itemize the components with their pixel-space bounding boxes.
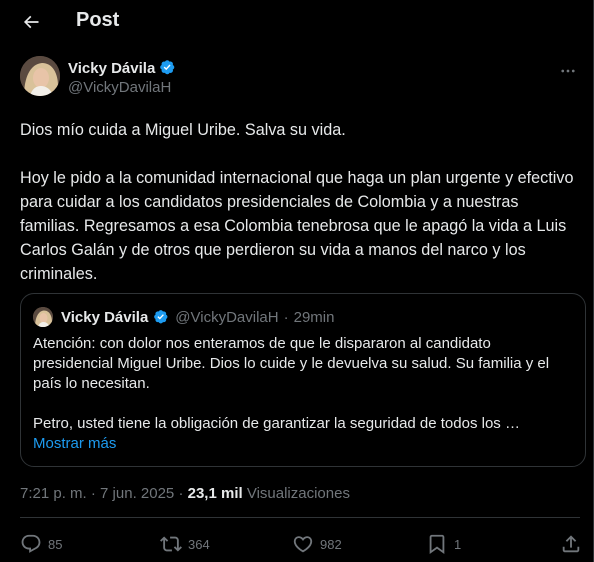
quoted-post-header: Vicky Dávila @VickyDavilaH · 29min — [33, 307, 334, 327]
quoted-avatar — [33, 307, 53, 327]
divider — [20, 517, 580, 518]
quoted-separator: · — [283, 308, 289, 326]
post-date[interactable]: 7 jun. 2025 — [100, 485, 174, 502]
views-label: Visualizaciones — [242, 485, 350, 502]
views-count: 23,1 mil — [187, 485, 243, 502]
quoted-author-name: Vicky Dávila — [61, 308, 149, 326]
post-meta: 7:21 p. m. · 7 jun. 2025 · 23,1 mil Visu… — [20, 485, 350, 502]
repost-icon — [160, 536, 182, 552]
quoted-post[interactable]: Vicky Dávila @VickyDavilaH · 29min Atenc… — [20, 293, 586, 467]
repost-button[interactable]: 364 — [160, 533, 210, 555]
meta-separator: · — [86, 485, 101, 502]
post-paragraph: Dios mío cuida a Miguel Uribe. Salva su … — [20, 121, 346, 139]
repost-count: 364 — [188, 536, 210, 552]
verified-badge-icon — [154, 309, 168, 323]
back-button[interactable] — [14, 5, 48, 39]
quoted-paragraph: Atención: con dolor nos enteramos de que… — [33, 335, 550, 392]
share-button[interactable] — [560, 533, 582, 555]
heart-icon — [293, 536, 313, 553]
avatar-photo — [33, 307, 53, 327]
post-header: Post — [0, 0, 593, 42]
like-count: 982 — [320, 536, 342, 552]
verified-badge-icon — [160, 60, 175, 75]
author-name-row: Vicky Dávila — [68, 59, 177, 77]
author-name[interactable]: Vicky Dávila — [68, 60, 155, 77]
quoted-timestamp: 29min — [293, 308, 335, 326]
reply-count: 85 — [48, 536, 63, 552]
arrow-left-icon — [23, 15, 39, 29]
reply-button[interactable]: 85 — [20, 533, 62, 555]
meta-separator: · — [174, 485, 188, 502]
post-actions: 85 364 982 1 — [20, 533, 586, 559]
quoted-post-text: Atención: con dolor nos enteramos de que… — [33, 334, 573, 454]
quoted-author-handle: @VickyDavilaH — [175, 308, 279, 326]
post-time[interactable]: 7:21 p. m. — [20, 485, 87, 502]
reply-icon — [21, 534, 41, 553]
post-text: Dios mío cuida a Miguel Uribe. Salva su … — [20, 118, 582, 286]
author-handle[interactable]: @VickyDavilaH — [68, 79, 171, 96]
share-icon — [562, 535, 580, 553]
more-horizontal-icon — [561, 69, 575, 73]
like-button[interactable]: 982 — [292, 533, 342, 555]
page-title: Post — [76, 9, 120, 31]
bookmark-count: 1 — [454, 536, 462, 552]
avatar-photo — [20, 56, 60, 96]
bookmark-icon — [429, 534, 445, 555]
more-options-button[interactable] — [556, 59, 580, 83]
show-more-link[interactable]: Mostrar más — [33, 434, 573, 454]
quoted-paragraph: Petro, usted tiene la obligación de gara… — [33, 415, 520, 432]
bookmark-button[interactable]: 1 — [426, 533, 461, 555]
avatar[interactable] — [20, 56, 60, 96]
post-paragraph: Hoy le pido a la comunidad internacional… — [20, 169, 574, 283]
post-author: Vicky Dávila @VickyDavilaH — [20, 56, 580, 100]
